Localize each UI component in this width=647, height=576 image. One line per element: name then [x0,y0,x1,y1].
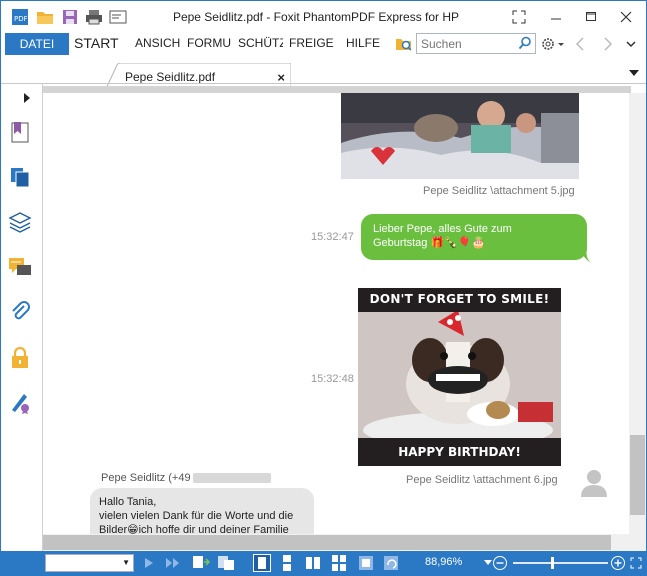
search-box[interactable] [416,33,536,54]
single-page-icon[interactable] [253,554,271,572]
tab-divider [1,83,646,84]
tab-ansicht[interactable]: ANSICHT [135,36,180,50]
tab-list-dropdown-icon[interactable] [628,67,640,81]
document-tab-label: Pepe Seidlitz.pdf [125,70,216,84]
minimize-button[interactable] [544,8,568,26]
avatar-icon [581,470,607,497]
message-text-line: Lieber Pepe, alles Gute zum [373,223,512,235]
signature-icon[interactable] [7,389,33,415]
attachment-6-caption: Pepe Seidlitz \attachment 6.jpg [406,474,558,486]
window-title: Pepe Seidlitz.pdf - Foxit PhantomPDF Exp… [172,10,460,24]
last-page-icon[interactable] [164,554,182,572]
ribbon-collapse-icon[interactable] [625,37,637,54]
previous-view-icon[interactable] [192,554,210,572]
continuous-page-icon[interactable] [278,554,296,572]
vertical-scrollbar[interactable] [629,93,646,534]
zoom-in-icon[interactable] [609,554,627,572]
zoom-out-icon[interactable] [491,554,509,572]
bubble-tail [581,249,592,263]
pdf-logo-icon[interactable]: PDF [11,8,29,26]
facing-page-icon[interactable] [304,554,322,572]
open-folder-icon[interactable] [36,8,54,26]
expand-panel-icon[interactable] [23,92,31,107]
page-dropdown-icon[interactable]: ▼ [122,558,130,567]
zoom-level[interactable]: 88,96% [425,556,462,568]
tab-start[interactable]: START [74,35,120,51]
search-input[interactable] [417,34,513,53]
page-top-strip [43,86,631,93]
next-view-icon[interactable] [217,554,235,572]
security-icon[interactable] [7,345,33,371]
meme-bottom-text: HAPPY BIRTHDAY! [398,445,521,459]
maximize-button[interactable] [579,8,603,26]
close-button[interactable] [614,8,638,26]
tab-formular[interactable]: FORMULAR [187,36,232,50]
horizontal-scroll-thumb[interactable] [43,535,611,550]
attachment-5-caption: Pepe Seidlitz \attachment 5.jpg [423,185,575,197]
message-text-line: Hallo Tania, [99,496,157,508]
message-text-line: vielen vielen Dank für die Worte und die [99,510,294,522]
nav-back-icon[interactable] [574,36,586,55]
continuous-facing-icon[interactable] [330,554,348,572]
comments-icon[interactable] [7,255,33,281]
sent-message-bubble: Lieber Pepe, alles Gute zum Geburtstag 🎁… [361,214,587,260]
tab-datei[interactable]: DATEI [5,33,69,55]
rotate-view-icon[interactable] [382,554,400,572]
fit-page-icon[interactable] [357,554,375,572]
print-icon[interactable] [85,8,103,26]
svg-text:PDF: PDF [14,15,28,23]
title-bar: PDF Pepe Seidlitz.pdf - Foxit PhantomPDF… [1,1,646,33]
bookmark-icon[interactable] [7,119,33,145]
pages-icon[interactable] [7,164,33,190]
attachment-6-image: DON'T FORGET TO SMILE! HAPPY BIRTHDAY! [358,288,561,466]
app-window: PDF Pepe Seidlitz.pdf - Foxit PhantomPDF… [0,0,647,576]
ribbon-tabs: DATEI START ANSICHT FORMULAR SCHÜTZEN FR… [1,33,646,55]
message-text-line: Geburtstag 🎁🍾🎈🎂 [373,237,486,249]
status-bar: ▼ 88,96% [1,551,646,575]
sender-name: Pepe Seidlitz (+49 [101,472,271,484]
next-page-icon[interactable] [140,554,158,572]
nav-forward-icon[interactable] [602,36,614,55]
vertical-scroll-thumb[interactable] [630,435,645,515]
document-view[interactable]: Pepe Seidlitz \attachment 5.jpg 15:32:47… [43,93,629,534]
fullscreen-toggle-icon[interactable] [629,554,643,572]
save-icon[interactable] [61,8,79,26]
attachment-icon[interactable] [7,299,33,325]
attachment-5-image [341,93,579,179]
zoom-slider-thumb[interactable] [551,557,554,569]
meme-top-text: DON'T FORGET TO SMILE! [369,292,550,306]
tab-freigeben[interactable]: FREIGEBEN [289,36,334,50]
settings-gear-icon[interactable] [540,35,566,56]
navigation-panel [1,84,43,551]
search-icon[interactable] [518,36,532,53]
tab-schuetzen[interactable]: SCHÜTZEN [238,36,283,50]
received-message-bubble: Hallo Tania, vielen vielen Dank für die … [90,488,314,534]
sender-label: Pepe Seidlitz (+49 [101,472,191,484]
search-folder-icon[interactable] [395,35,413,56]
message-timestamp: 15:32:48 [311,373,354,385]
page-number-input[interactable]: ▼ [45,554,134,572]
layers-icon[interactable] [7,209,33,235]
meme-photo [358,312,561,438]
fullscreen-icon[interactable] [507,8,531,26]
horizontal-scrollbar[interactable] [43,534,629,551]
zoom-slider[interactable] [513,562,608,564]
window-icon[interactable] [109,8,127,26]
tab-hilfe[interactable]: HILFE [346,36,380,50]
redacted-number [192,473,271,484]
scrollbar-corner [629,534,646,551]
message-timestamp: 15:32:47 [311,231,354,243]
message-text-line: Bilder😁ich hoffe dir und deiner Familie [99,524,289,534]
